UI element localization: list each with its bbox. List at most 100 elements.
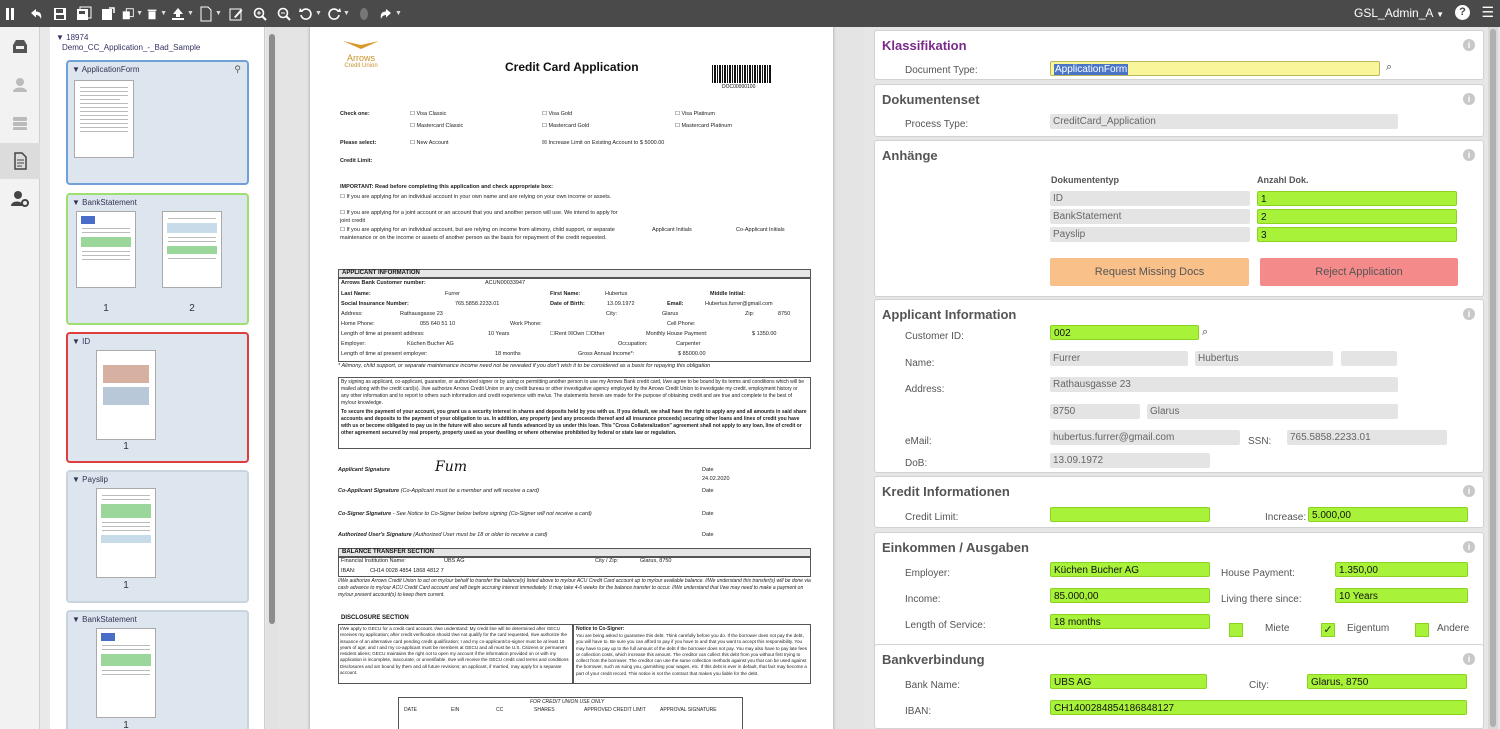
pin-icon[interactable]: ⚲ bbox=[234, 64, 241, 75]
nav-storage[interactable] bbox=[0, 105, 40, 141]
page-number: 2 bbox=[189, 303, 195, 314]
search-icon[interactable]: ⌕ bbox=[1202, 326, 1208, 339]
info-icon[interactable]: i bbox=[1463, 308, 1475, 320]
page-thumbnail[interactable] bbox=[96, 350, 156, 440]
group-id[interactable]: ▼ ID 1 bbox=[66, 332, 249, 463]
info-icon[interactable]: i bbox=[1463, 149, 1475, 161]
save-icon[interactable] bbox=[49, 4, 71, 24]
page-thumbnail[interactable] bbox=[96, 628, 156, 718]
search-icon[interactable]: ⌕ bbox=[1386, 61, 1392, 74]
info-icon[interactable]: i bbox=[1463, 485, 1475, 497]
email-value: Hubertus.furrer@gmail.com bbox=[705, 301, 773, 307]
rent-own-options: ☐Rent ☒Own ☐Other bbox=[550, 331, 605, 337]
group-bankstatement[interactable]: ▼ BankStatement 1 2 bbox=[66, 193, 249, 325]
group-label: ID bbox=[82, 337, 91, 346]
last-name-field[interactable]: Furrer bbox=[1050, 351, 1188, 366]
employer-field[interactable]: Küchen Bucher AG bbox=[1050, 562, 1210, 577]
export-icon[interactable] bbox=[97, 4, 119, 24]
attachment-count[interactable]: 2 bbox=[1257, 209, 1457, 224]
option-label: New Account bbox=[416, 140, 449, 146]
ssn-field[interactable]: 765.5858.2233.01 bbox=[1287, 430, 1447, 445]
expand-icon[interactable]: ▼ bbox=[72, 615, 80, 624]
attachment-count[interactable]: 1 bbox=[1257, 191, 1457, 206]
expand-icon[interactable]: ▼ bbox=[72, 65, 80, 74]
nav-admin[interactable] bbox=[0, 181, 40, 217]
panel-scrollbar[interactable] bbox=[1488, 27, 1498, 729]
zip-field[interactable]: 8750 bbox=[1050, 404, 1140, 419]
expand-icon[interactable]: ▼ bbox=[72, 337, 80, 346]
group-applicationform[interactable]: ▼ ApplicationForm ⚲ bbox=[66, 60, 249, 185]
info-icon[interactable]: i bbox=[1463, 93, 1475, 105]
income-field[interactable]: 85.000,00 bbox=[1050, 588, 1210, 603]
expand-icon[interactable]: ▼ bbox=[56, 33, 64, 42]
info-icon[interactable]: i bbox=[1463, 39, 1475, 51]
process-type-field[interactable]: CreditCard_Application bbox=[1050, 114, 1398, 129]
andere-checkbox[interactable] bbox=[1415, 623, 1429, 637]
miete-checkbox[interactable] bbox=[1229, 623, 1243, 637]
request-missing-docs-button[interactable]: Request Missing Docs bbox=[1050, 258, 1249, 286]
eigentum-checkbox[interactable]: ✓ bbox=[1321, 623, 1335, 637]
attachment-count[interactable]: 3 bbox=[1257, 227, 1457, 242]
zoom-in-icon[interactable] bbox=[249, 4, 271, 24]
cust-no-label: Arrows Bank Customer number: bbox=[341, 280, 426, 286]
page-thumbnail[interactable] bbox=[96, 488, 156, 578]
bank-name-field[interactable]: UBS AG bbox=[1050, 674, 1207, 689]
user-menu[interactable]: GSL_Admin_A ▼ bbox=[1354, 6, 1444, 20]
fingerprint-icon[interactable] bbox=[353, 4, 375, 24]
house-payment-field[interactable]: 1.350,00 bbox=[1335, 562, 1468, 577]
rotate-right-icon[interactable]: ▼ bbox=[325, 4, 351, 24]
tree-root[interactable]: ▼ 18974 Demo_CC_Application_-_Bad_Sample bbox=[50, 27, 264, 53]
option-label: Increase Limit on Existing Account to $ … bbox=[548, 140, 665, 146]
living-since-field[interactable]: 10 Years bbox=[1335, 588, 1468, 603]
middle-name-field[interactable] bbox=[1341, 351, 1397, 366]
zoom-out-icon[interactable] bbox=[273, 4, 295, 24]
credit-limit-field[interactable] bbox=[1050, 507, 1210, 522]
delete-icon[interactable]: ▼ bbox=[145, 4, 167, 24]
service-field[interactable]: 18 months bbox=[1050, 614, 1210, 629]
increase-field[interactable]: 5.000,00 bbox=[1308, 507, 1468, 522]
forward-icon[interactable]: ▼ bbox=[377, 4, 403, 24]
rotate-left-icon[interactable]: ▼ bbox=[297, 4, 323, 24]
reject-application-button[interactable]: Reject Application bbox=[1260, 258, 1458, 286]
first-name-field[interactable]: Hubertus bbox=[1195, 351, 1333, 366]
document-viewer[interactable]: Arrows Credit Union Credit Card Applicat… bbox=[278, 27, 865, 729]
main-toolbar: ▼ ▼ ▼ ▼ ▼ ▼ ▼ GSL_Admin_A ▼ ? ☰ bbox=[0, 0, 1500, 27]
nav-inbox[interactable] bbox=[0, 29, 40, 65]
iban-field[interactable]: CH1400284854186848127 bbox=[1050, 700, 1467, 715]
nav-user[interactable] bbox=[0, 67, 40, 103]
email-field[interactable]: hubertus.furrer@gmail.com bbox=[1050, 430, 1240, 445]
doc-type-field[interactable]: ApplicationForm bbox=[1050, 61, 1380, 76]
upload-icon[interactable]: ▼ bbox=[169, 4, 195, 24]
help-icon[interactable]: ? bbox=[1455, 5, 1470, 20]
sidebar-toggle-icon[interactable] bbox=[1, 4, 23, 24]
page-thumbnail[interactable] bbox=[74, 80, 134, 158]
panel-scrollbar-thumb[interactable] bbox=[1490, 29, 1496, 727]
dob-field[interactable]: 13.09.1972 bbox=[1050, 453, 1210, 468]
group-payslip[interactable]: ▼ Payslip 1 bbox=[66, 470, 249, 603]
panel-title: Klassifikation bbox=[882, 38, 967, 53]
customer-id-field[interactable]: 002 bbox=[1050, 325, 1199, 340]
bank-city-field[interactable]: Glarus, 8750 bbox=[1307, 674, 1467, 689]
address-value: Rathausgasse 23 bbox=[400, 311, 443, 317]
edit-image-icon[interactable] bbox=[225, 4, 247, 24]
info-icon[interactable]: i bbox=[1463, 541, 1475, 553]
nav-document[interactable] bbox=[0, 143, 40, 179]
group-label: Payslip bbox=[82, 475, 108, 484]
einkommen-panel: Einkommen / Ausgaben i Employer: Küchen … bbox=[874, 532, 1484, 649]
street-field[interactable]: Rathausgasse 23 bbox=[1050, 377, 1398, 392]
cu-col: DATE bbox=[404, 707, 417, 713]
menu-icon[interactable]: ☰ bbox=[1481, 4, 1494, 21]
city-field[interactable]: Glarus bbox=[1147, 404, 1398, 419]
page-thumbnail[interactable] bbox=[162, 211, 222, 288]
save-all-icon[interactable] bbox=[73, 4, 95, 24]
page-thumbnail[interactable] bbox=[76, 211, 136, 288]
tree-scrollbar-thumb[interactable] bbox=[269, 34, 275, 624]
expand-icon[interactable]: ▼ bbox=[72, 475, 80, 484]
copy-icon[interactable]: ▼ bbox=[121, 4, 143, 24]
bank-city-label: City: bbox=[1249, 680, 1269, 691]
info-icon[interactable]: i bbox=[1463, 653, 1475, 665]
pdf-icon[interactable]: ▼ bbox=[197, 4, 223, 24]
group-bankstatement-2[interactable]: ▼ BankStatement 1 bbox=[66, 610, 249, 729]
expand-icon[interactable]: ▼ bbox=[72, 198, 80, 207]
undo-icon[interactable] bbox=[25, 4, 47, 24]
